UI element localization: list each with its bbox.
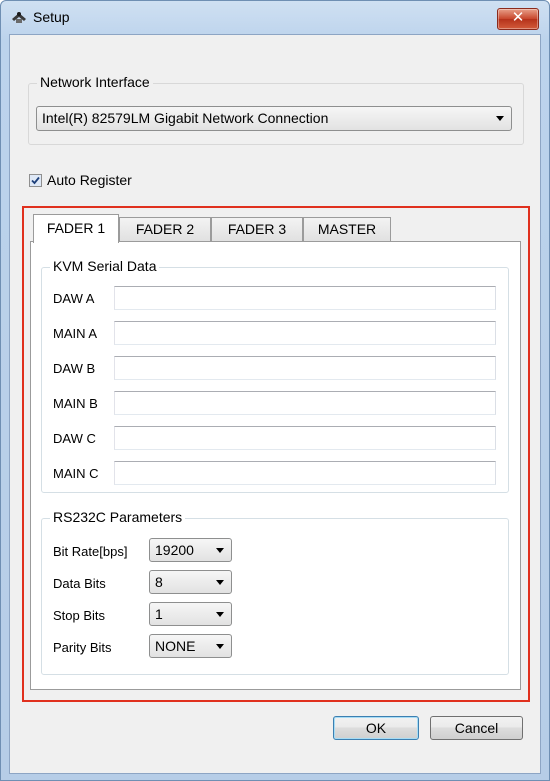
field-label-daw-c: DAW C (53, 431, 96, 446)
chevron-down-icon (216, 612, 224, 617)
daw-c-input[interactable] (114, 426, 496, 450)
checkmark-icon (30, 175, 41, 186)
tab-fader-2[interactable]: FADER 2 (119, 217, 211, 242)
data-bits-select[interactable]: 8 (149, 570, 232, 594)
stop-bits-select[interactable]: 1 (149, 602, 232, 626)
field-label-daw-b: DAW B (53, 361, 96, 376)
chevron-down-icon (496, 116, 504, 121)
network-interface-value: Intel(R) 82579LM Gigabit Network Connect… (42, 110, 329, 126)
parity-bits-value: NONE (155, 638, 196, 654)
parity-bits-select[interactable]: NONE (149, 634, 232, 658)
tab-master[interactable]: MASTER (303, 217, 391, 242)
chevron-down-icon (216, 644, 224, 649)
app-icon (11, 10, 27, 24)
tab-panel-fader-1: KVM Serial Data DAW A MAIN A DAW B MAIN … (30, 241, 521, 690)
auto-register-label: Auto Register (47, 172, 132, 188)
daw-a-input[interactable] (114, 286, 496, 310)
network-interface-select[interactable]: Intel(R) 82579LM Gigabit Network Connect… (36, 106, 512, 131)
cancel-button-label: Cancel (454, 720, 499, 736)
param-label-stop-bits: Stop Bits (53, 608, 106, 623)
field-label-main-b: MAIN B (53, 396, 98, 411)
stop-bits-value: 1 (155, 606, 163, 622)
main-b-input[interactable] (114, 391, 496, 415)
tab-label: FADER 2 (135, 221, 195, 237)
main-c-input[interactable] (114, 461, 496, 485)
title-bar[interactable]: Setup ✕ (1, 1, 549, 33)
bit-rate-value: 19200 (155, 542, 194, 558)
field-label-daw-a: DAW A (53, 291, 95, 306)
data-bits-value: 8 (155, 574, 163, 590)
rs232c-parameters-label: RS232C Parameters (50, 509, 186, 525)
tab-label: FADER 1 (46, 220, 106, 236)
window-title: Setup (33, 9, 70, 25)
ok-button[interactable]: OK (333, 716, 419, 740)
param-label-data-bits: Data Bits (53, 576, 106, 591)
chevron-down-icon (216, 580, 224, 585)
kvm-serial-data-label: KVM Serial Data (50, 258, 160, 274)
cancel-button[interactable]: Cancel (430, 716, 523, 740)
field-label-main-a: MAIN A (53, 326, 98, 341)
tab-fader-1[interactable]: FADER 1 (33, 214, 119, 243)
param-label-parity-bits: Parity Bits (53, 640, 112, 655)
close-button[interactable]: ✕ (497, 8, 539, 30)
network-interface-label: Network Interface (37, 74, 153, 90)
chevron-down-icon (216, 548, 224, 553)
bit-rate-select[interactable]: 19200 (149, 538, 232, 562)
param-label-bit-rate: Bit Rate[bps] (53, 544, 128, 559)
tab-fader-3[interactable]: FADER 3 (211, 217, 303, 242)
field-label-main-c: MAIN C (53, 466, 99, 481)
tab-label: MASTER (317, 221, 377, 237)
daw-b-input[interactable] (114, 356, 496, 380)
tab-label: FADER 3 (227, 221, 287, 237)
close-icon: ✕ (511, 8, 525, 26)
ok-button-label: OK (365, 720, 387, 736)
auto-register-checkbox[interactable] (29, 174, 42, 187)
main-a-input[interactable] (114, 321, 496, 345)
